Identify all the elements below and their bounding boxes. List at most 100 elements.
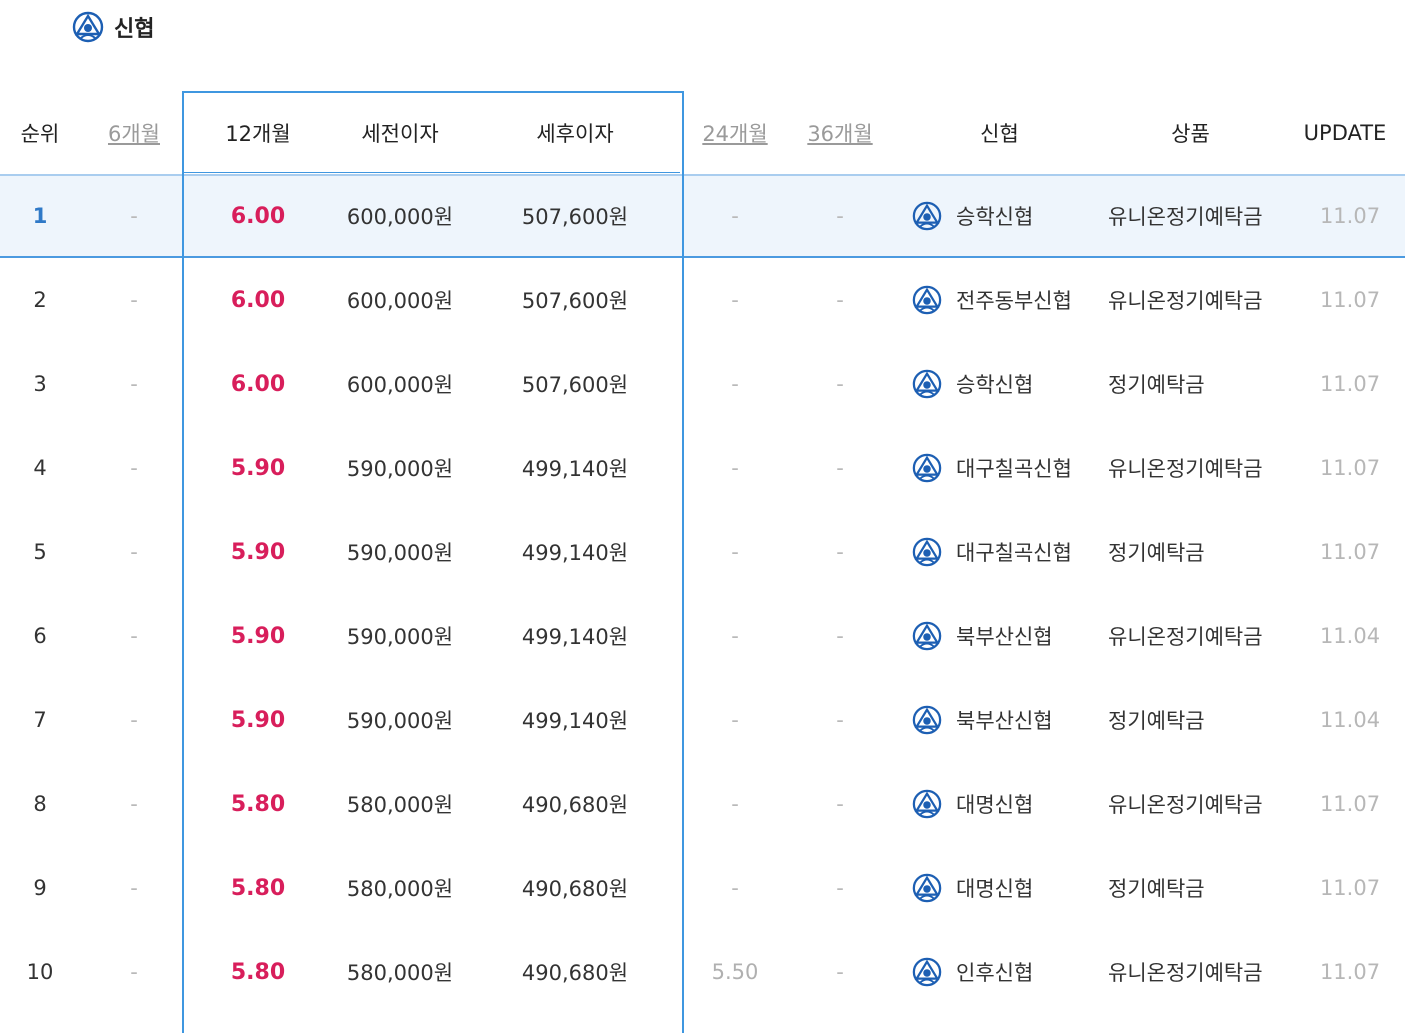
table-row[interactable]: 5 - 5.90 590,000원 499,140원 - - 대구칠곡신협 정기예탁금 11.07 [0,510,1405,594]
rate-12m-cell: 6.00 [230,203,286,229]
bank-name: 인후신협 [956,961,1034,985]
rank-cell: 7 [33,708,47,732]
product-cell[interactable]: 유니온정기예탁금 [1108,594,1283,678]
table-row[interactable]: 8 - 5.80 580,000원 490,680원 - - 대명신협 유니온정기예탁금 11.0… [0,762,1405,846]
rate-36m-cell: - [836,204,844,228]
table-row[interactable]: 10 - 5.80 580,000원 490,680원 5.50 - 인후신협 유니온정기예탁금… [0,930,1405,1014]
product-cell[interactable]: 유니온정기예탁금 [1108,762,1283,846]
bank-name: 대명신협 [956,877,1034,901]
rate-36m-cell: - [836,372,844,396]
table-row[interactable]: 3 - 6.00 600,000원 507,600원 - - 승학신협 정기예탁금 11.07 [0,342,1405,426]
rank-cell: 5 [33,540,47,564]
rate-24m-cell: - [731,792,739,816]
product-cell[interactable]: 유니온정기예탁금 [1108,426,1283,510]
bank-cell[interactable]: 전주동부신협 [912,258,1097,342]
rank-cell: 3 [33,372,47,396]
page-header: 신협 [72,10,154,44]
rank-cell: 8 [33,792,47,816]
post-tax-interest-cell: 499,140원 [521,457,629,481]
tab-24-months[interactable]: 24개월 [685,92,785,174]
bank-cell[interactable]: 북부산신협 [912,594,1097,678]
cu-logo-icon [912,873,942,903]
product-cell[interactable]: 유니온정기예탁금 [1108,930,1283,1014]
cu-logo-icon [912,621,942,651]
cu-logo-icon [912,537,942,567]
bank-cell[interactable]: 대명신협 [912,846,1097,930]
rate-6m-cell: - [130,792,138,816]
pre-tax-interest-cell: 590,000원 [346,625,454,649]
bank-cell[interactable]: 대명신협 [912,762,1097,846]
table-row[interactable]: 4 - 5.90 590,000원 499,140원 - - 대구칠곡신협 유니온정기예탁금 11… [0,426,1405,510]
col-pre-tax-header: 세전이자 [361,122,439,146]
col-update-header: UPDATE [1303,121,1387,145]
rate-12m-cell: 6.00 [230,371,286,397]
pre-tax-interest-cell: 590,000원 [346,709,454,733]
product-cell[interactable]: 정기예탁금 [1108,510,1283,594]
table-row[interactable]: 2 - 6.00 600,000원 507,600원 - - 전주동부신협 유니온정기예탁금 11… [0,258,1405,342]
col-product-header: 상품 [1171,122,1210,146]
rate-24m-cell: - [731,372,739,396]
col-rank-header: 순위 [20,122,60,146]
post-tax-interest-cell: 507,600원 [521,373,629,397]
tab-36-months[interactable]: 36개월 [790,92,890,174]
rate-12m-cell: 5.90 [230,623,286,649]
product-cell[interactable]: 정기예탁금 [1108,342,1283,426]
post-tax-interest-cell: 507,600원 [521,205,629,229]
rate-24m-cell: - [731,288,739,312]
bank-cell[interactable]: 승학신협 [912,176,1097,256]
product-cell[interactable]: 유니온정기예탁금 [1108,258,1283,342]
rate-12m-cell: 5.80 [230,791,286,817]
rate-12m-cell: 5.90 [230,707,286,733]
rate-6m-cell: - [130,876,138,900]
table-row[interactable]: 9 - 5.80 580,000원 490,680원 - - 대명신협 정기예탁금 11.07 [0,846,1405,930]
bank-cell[interactable]: 인후신협 [912,930,1097,1014]
rate-24m-cell: - [731,540,739,564]
rank-cell: 1 [32,204,48,228]
product-cell[interactable]: 유니온정기예탁금 [1108,176,1283,256]
table-row[interactable]: 7 - 5.90 590,000원 499,140원 - - 북부산신협 정기예탁금 11.04 [0,678,1405,762]
rank-cell: 2 [33,288,47,312]
rate-6m-cell: - [130,456,138,480]
rate-36m-cell: - [836,540,844,564]
rate-36m-cell: - [836,876,844,900]
update-date-cell: 11.04 [1319,708,1381,732]
rate-6m-cell: - [130,708,138,732]
rank-cell: 4 [33,456,47,480]
post-tax-interest-cell: 490,680원 [521,877,629,901]
table-row[interactable]: 6 - 5.90 590,000원 499,140원 - - 북부산신협 유니온정기예탁금 11.… [0,594,1405,678]
bank-cell[interactable]: 북부산신협 [912,678,1097,762]
rate-36m-cell: - [836,288,844,312]
rate-12m-cell: 5.90 [230,539,286,565]
product-cell[interactable]: 정기예탁금 [1108,846,1283,930]
cu-logo-icon [72,11,104,43]
post-tax-interest-cell: 490,680원 [521,793,629,817]
update-date-cell: 11.07 [1319,792,1381,816]
rank-cell: 9 [33,876,47,900]
update-date-cell: 11.07 [1319,204,1381,228]
tab-6-months[interactable]: 6개월 [86,92,182,174]
rate-36m-cell: - [836,960,844,984]
rate-24m-cell: - [731,456,739,480]
pre-tax-interest-cell: 580,000원 [346,877,454,901]
rate-24m-cell: - [731,624,739,648]
product-cell[interactable]: 정기예탁금 [1108,678,1283,762]
post-tax-interest-cell: 499,140원 [521,541,629,565]
rate-24m-cell: - [731,708,739,732]
update-date-cell: 11.07 [1319,540,1381,564]
table-body: 1-6.00 600,000원 507,600원 - - 승학신협 유니온정기예탁금 11.0… [0,174,1405,1014]
bank-cell[interactable]: 대구칠곡신협 [912,426,1097,510]
update-date-cell: 11.07 [1319,960,1381,984]
bank-cell[interactable]: 대구칠곡신협 [912,510,1097,594]
update-date-cell: 11.04 [1319,624,1381,648]
cu-logo-icon [912,285,942,315]
bank-name: 전주동부신협 [956,289,1072,313]
bank-cell[interactable]: 승학신협 [912,342,1097,426]
rate-6m-cell: - [130,624,138,648]
bank-name: 승학신협 [956,205,1034,229]
pre-tax-interest-cell: 600,000원 [346,373,454,397]
rate-6m-cell: - [130,372,138,396]
rate-24m-cell: 5.50 [711,960,759,984]
tab-12-months[interactable]: 12개월 [185,92,331,174]
table-row[interactable]: 1 - 6.00 600,000원 507,600원 - - 승학신협 유니온정기예탁금 11.0… [0,174,1405,258]
col-bank-header: 신협 [980,122,1019,146]
